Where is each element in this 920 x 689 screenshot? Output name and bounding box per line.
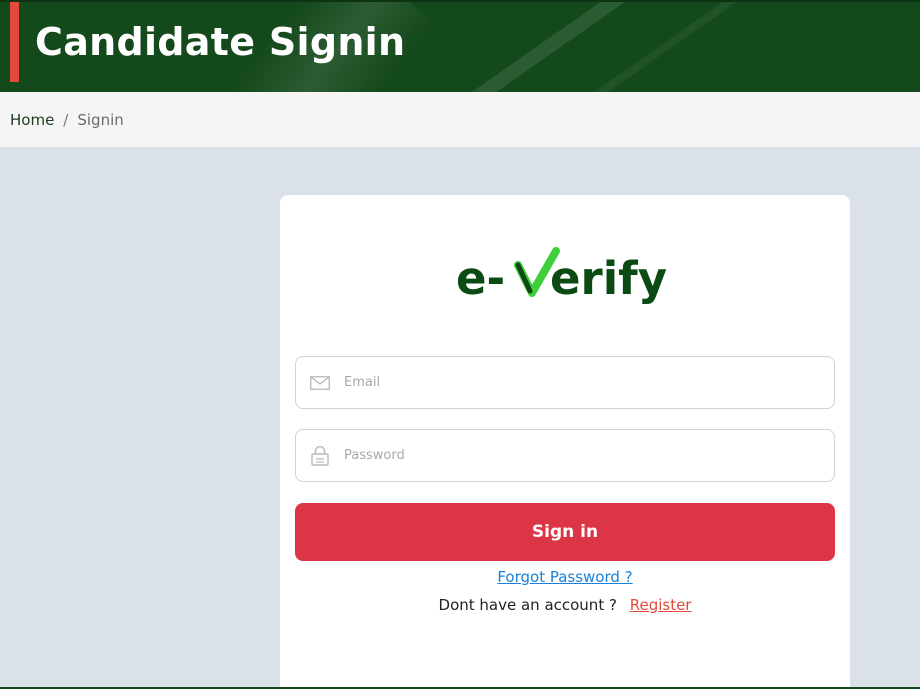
header-decoration [424,2,630,92]
e-verify-logo: e- erify [456,247,676,313]
signin-card: e- erify Sign in Forgot Password ? [280,195,850,689]
breadcrumb-separator: / [63,110,69,129]
page-header: Candidate Signin [0,0,920,92]
forgot-password-row: Forgot Password ? [280,568,850,586]
header-accent-bar [10,2,19,82]
register-row: Dont have an account ? Register [280,596,850,614]
envelope-icon [296,375,344,390]
logo-text-left: e- [456,252,505,305]
lock-icon [296,445,344,466]
breadcrumb: Home / Signin [0,92,920,147]
sign-in-button[interactable]: Sign in [295,503,835,561]
password-input[interactable] [344,430,834,481]
email-field-wrapper [295,356,835,409]
logo-text-right: erify [550,252,667,305]
password-field-wrapper [295,429,835,482]
header-decoration [551,2,737,92]
breadcrumb-current: Signin [77,110,124,129]
page-title: Candidate Signin [35,20,406,64]
no-account-text: Dont have an account ? [438,596,617,614]
breadcrumb-home-link[interactable]: Home [10,111,54,129]
forgot-password-link[interactable]: Forgot Password ? [497,568,632,586]
register-link[interactable]: Register [630,596,692,614]
email-input[interactable] [344,357,834,408]
